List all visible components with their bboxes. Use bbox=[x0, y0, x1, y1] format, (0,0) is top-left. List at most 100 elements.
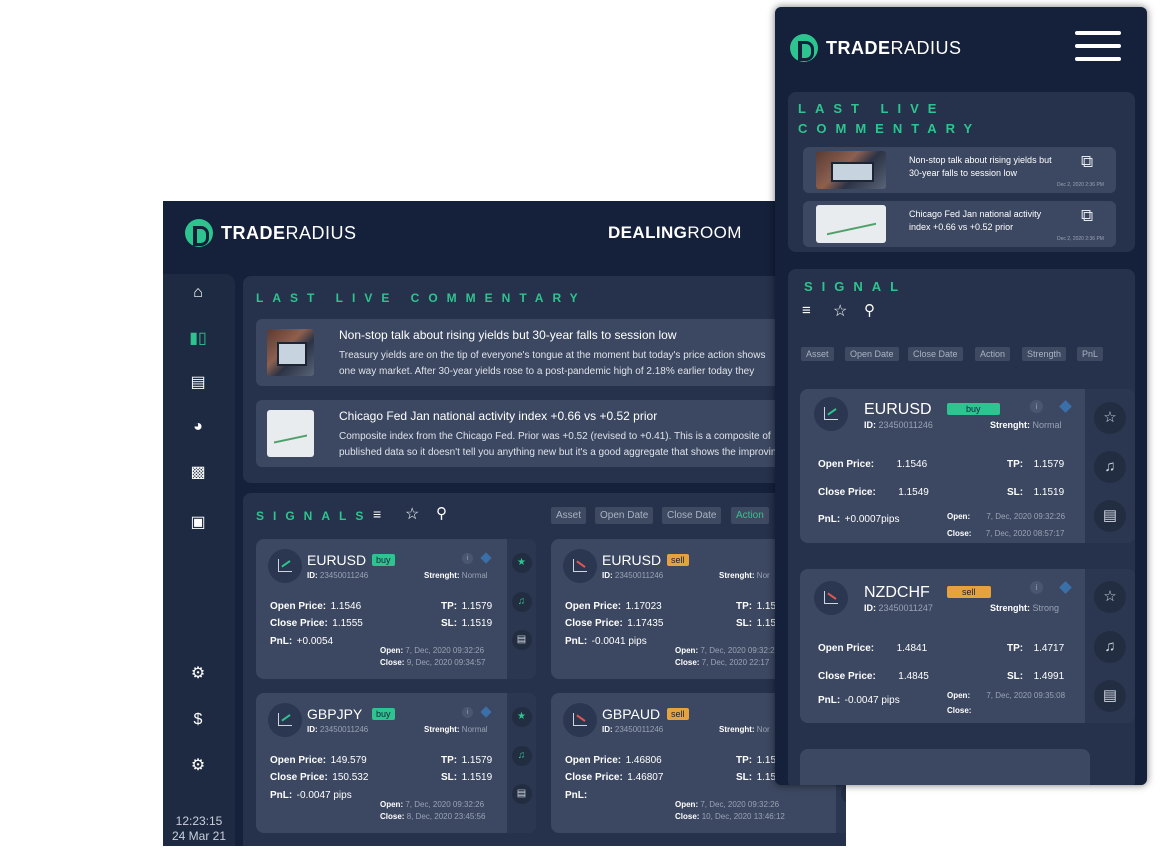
support-icon[interactable]: ⚙ bbox=[188, 665, 208, 683]
signals-panel: SIGNALS ≡ ☆ ⚲ Asset Open Date Close Date… bbox=[243, 493, 846, 846]
signal-card[interactable]: EURUSD buy i ID: 23450011246 Strenght: N… bbox=[800, 389, 1135, 543]
filter-chip-action[interactable]: Action bbox=[731, 507, 769, 524]
close-price-value: 150.532 bbox=[332, 772, 369, 783]
open-price-label: Open Price: bbox=[818, 643, 875, 654]
gift-icon[interactable]: ▣ bbox=[188, 514, 208, 532]
info-icon[interactable]: i bbox=[462, 707, 473, 718]
diamond-icon bbox=[480, 552, 492, 564]
notes-icon[interactable]: ▤ bbox=[511, 784, 532, 804]
copy-icon[interactable]: ⧉ bbox=[1081, 206, 1093, 226]
star-icon[interactable]: ☆ bbox=[833, 301, 847, 321]
open-date-label: Open: bbox=[380, 646, 404, 655]
news-title: Non-stop talk about rising yields but 30… bbox=[339, 328, 677, 342]
brand-name-bold: TRADE bbox=[826, 37, 891, 58]
brand-logo[interactable]: TRADERADIUS bbox=[790, 34, 962, 62]
notes-icon[interactable]: ▤ bbox=[1094, 680, 1126, 712]
candles-icon[interactable]: ▮▯ bbox=[188, 330, 208, 348]
close-price-label: Close Price: bbox=[270, 772, 328, 783]
signal-card-partial[interactable] bbox=[800, 749, 1090, 785]
filter-chip-asset[interactable]: Asset bbox=[551, 507, 587, 524]
notes-icon[interactable]: ▤ bbox=[840, 784, 846, 804]
dollar-gear-icon[interactable]: $ bbox=[188, 711, 208, 729]
strength-label: Strenght: bbox=[424, 725, 460, 734]
open-date-value: 7, Dec, 2020 09:32:26 bbox=[405, 646, 485, 655]
star-icon[interactable]: ★ bbox=[511, 553, 532, 573]
signals-title: SIGNAL bbox=[804, 279, 908, 294]
notes-icon[interactable]: ▤ bbox=[1094, 500, 1126, 532]
action-badge: sell bbox=[667, 554, 689, 566]
news-item[interactable]: Chicago Fed Jan national activity index … bbox=[803, 201, 1116, 247]
trend-down-icon bbox=[563, 549, 597, 583]
id-label: ID: bbox=[602, 725, 613, 734]
signal-card[interactable]: NZDCHF sell i ID: 23450011247 Strenght: … bbox=[800, 569, 1135, 723]
bell-icon[interactable]: ♫ bbox=[1094, 631, 1126, 663]
filter-chip-action[interactable]: Action bbox=[975, 347, 1011, 361]
settings-icon[interactable]: ⚙ bbox=[188, 757, 208, 775]
pie-chart-icon[interactable]: ◕ bbox=[188, 418, 208, 436]
bell-icon[interactable]: ♫ bbox=[511, 746, 532, 766]
signal-card[interactable]: EURUSD buy i ID: 23450011246 Strenght: N… bbox=[256, 539, 536, 679]
star-icon[interactable]: ☆ bbox=[1094, 581, 1126, 613]
bar-chart-icon[interactable]: ▩ bbox=[188, 464, 208, 482]
notes-icon[interactable]: ▤ bbox=[511, 630, 532, 650]
pnl-value: -0.0047 pips bbox=[296, 790, 352, 801]
star-icon[interactable]: ☆ bbox=[405, 504, 419, 524]
close-price-value: 1.46807 bbox=[627, 772, 664, 783]
hamburger-menu-icon[interactable] bbox=[1075, 31, 1121, 61]
star-icon[interactable]: ★ bbox=[511, 707, 532, 727]
info-icon[interactable]: i bbox=[1030, 581, 1043, 594]
sl-value: 1.1519 bbox=[461, 772, 493, 783]
bell-icon[interactable]: ♫ bbox=[511, 592, 532, 612]
news-title-line: 30-year falls to session low bbox=[909, 168, 1018, 178]
open-price-label: Open Price: bbox=[270, 601, 327, 612]
filter-chip-open-date[interactable]: Open Date bbox=[595, 507, 654, 524]
info-icon[interactable]: i bbox=[462, 553, 473, 564]
brand-logo[interactable]: TRADERADIUS bbox=[185, 219, 357, 247]
pnl-label: PnL: bbox=[818, 695, 841, 706]
close-date-value: 7, Dec, 2020 22:17 bbox=[701, 658, 770, 667]
close-price-label: Close Price: bbox=[818, 671, 876, 682]
id-label: ID: bbox=[864, 603, 876, 613]
close-date-label: Close: bbox=[380, 658, 405, 667]
news-item[interactable]: Non-stop talk about rising yields but 30… bbox=[803, 147, 1116, 193]
filter-chip-strength[interactable]: Strength bbox=[1022, 347, 1067, 361]
open-price-value: 149.579 bbox=[330, 755, 367, 766]
tp-value: 1.15 bbox=[756, 755, 777, 766]
filter-chip-close-date[interactable]: Close Date bbox=[908, 347, 963, 361]
open-date-value: 7, Dec, 2020 09:32:26 bbox=[700, 800, 780, 809]
news-icon[interactable]: ▤ bbox=[188, 374, 208, 392]
tp-label: TP: bbox=[441, 755, 458, 766]
bell-icon[interactable]: ♫ bbox=[1094, 451, 1126, 483]
signal-symbol: EURUSD bbox=[864, 401, 932, 418]
home-icon[interactable]: ⌂ bbox=[188, 284, 208, 302]
filter-chip-close-date[interactable]: Close Date bbox=[662, 507, 722, 524]
close-date-value: 10, Dec, 2020 13:46:12 bbox=[701, 812, 785, 821]
trend-down-icon bbox=[814, 581, 848, 615]
signal-symbol: EURUSD bbox=[307, 552, 367, 568]
signal-card[interactable]: GBPJPY buy i ID: 23450011246 Strenght: N… bbox=[256, 693, 536, 833]
signal-strength: Normal bbox=[461, 571, 488, 580]
tp-value: 1.15 bbox=[756, 601, 777, 612]
filter-chip-asset[interactable]: Asset bbox=[801, 347, 834, 361]
signals-title: SIGNALS bbox=[256, 509, 373, 523]
card-actions-rail: ☆ ♫ ▤ bbox=[1085, 389, 1135, 543]
info-icon[interactable]: i bbox=[1030, 400, 1043, 413]
news-thumbnail bbox=[267, 329, 314, 376]
pnl-value: +0.0054 bbox=[296, 636, 334, 647]
search-icon[interactable]: ⚲ bbox=[436, 504, 447, 522]
filter-icon[interactable]: ≡ bbox=[373, 506, 381, 522]
star-icon[interactable]: ☆ bbox=[1094, 402, 1126, 434]
close-price-value: 1.1549 bbox=[898, 487, 929, 498]
open-date-value: 7, Dec, 2020 09:32:26 bbox=[405, 800, 485, 809]
close-date-value: 9, Dec, 2020 09:34:57 bbox=[406, 658, 486, 667]
filter-icon[interactable]: ≡ bbox=[802, 302, 811, 319]
news-item[interactable]: Chicago Fed Jan national activity index … bbox=[256, 400, 846, 467]
news-item[interactable]: Non-stop talk about rising yields but 30… bbox=[256, 319, 846, 386]
filter-chip-open-date[interactable]: Open Date bbox=[845, 347, 899, 361]
copy-icon[interactable]: ⧉ bbox=[1081, 152, 1093, 172]
close-date-label: Close: bbox=[947, 706, 972, 715]
open-date-value: 7, Dec, 2020 09:35:08 bbox=[986, 691, 1066, 700]
close-price-value: 1.1555 bbox=[332, 618, 363, 629]
filter-chip-pnl[interactable]: PnL bbox=[1077, 347, 1104, 361]
search-icon[interactable]: ⚲ bbox=[864, 301, 875, 319]
